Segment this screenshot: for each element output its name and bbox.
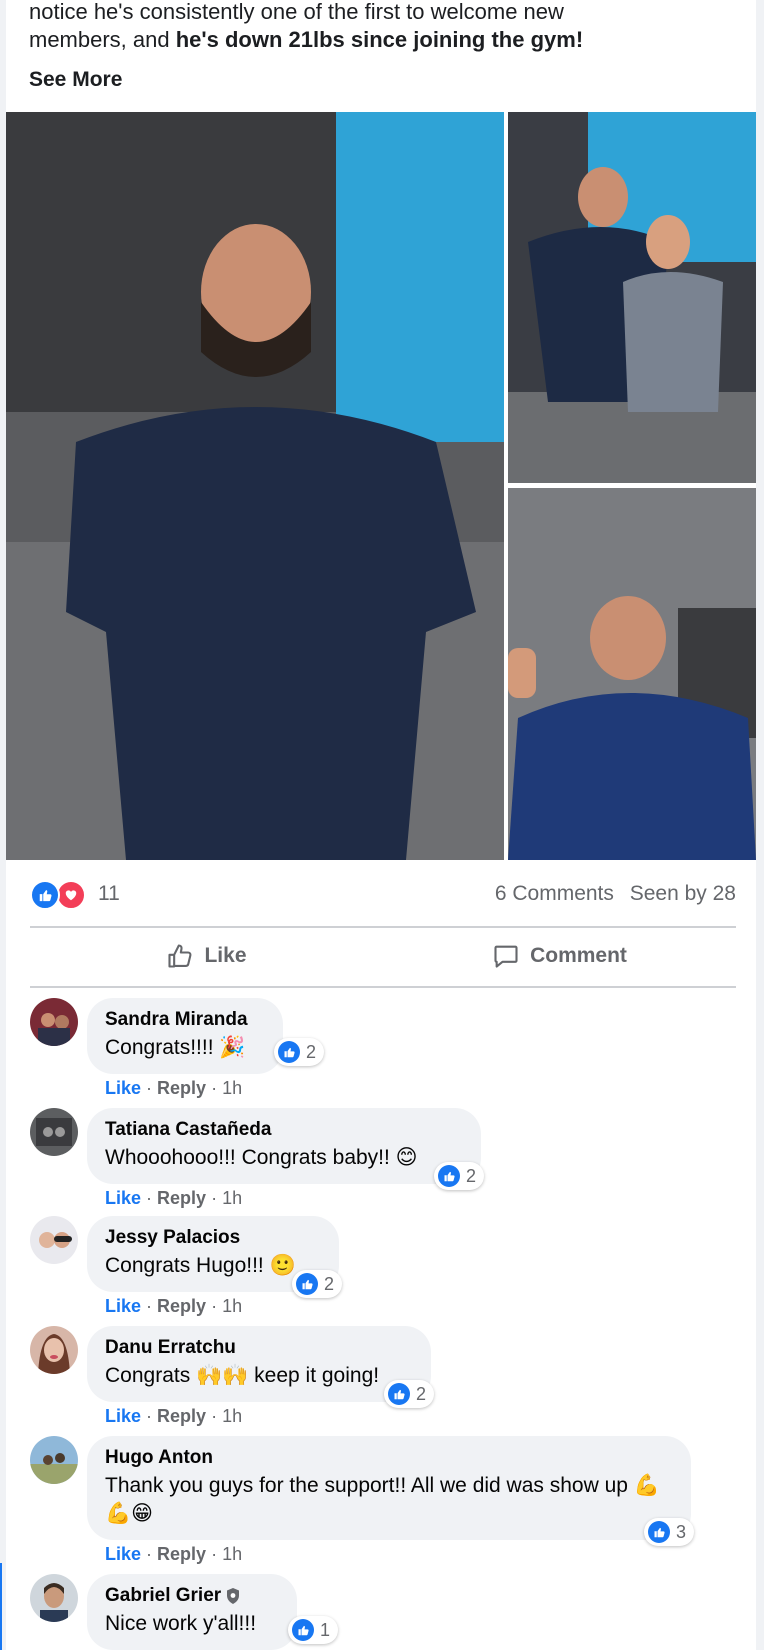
comment-text: Whooohooo!!! Congrats baby!! 😊 [105,1146,418,1169]
comment-text: Congrats!!!! 🎉 [105,1036,246,1059]
comment-reaction-pill[interactable]: 2 [274,1038,325,1066]
post-text-line-2: members, and he's down 21lbs since joini… [29,27,584,52]
main-photo[interactable] [6,112,504,860]
comment-reply-link[interactable]: Reply [157,1544,206,1564]
like-reaction-icon [648,1521,670,1543]
comment-bubble: Gabriel Grier Nice work y'all!!! [87,1574,297,1650]
comment-reply-link[interactable]: Reply [157,1078,206,1098]
like-button[interactable]: Like [30,928,383,984]
comment-time[interactable]: 1h [222,1188,242,1208]
comment-reaction-count: 2 [324,1273,335,1294]
comment-author[interactable]: Jessy Palacios [105,1226,321,1250]
divider-bottom [30,986,736,988]
avatar[interactable] [30,998,78,1046]
like-reaction-icon [30,880,60,910]
comment-reaction-pill[interactable]: 2 [434,1162,485,1190]
comment-item: Jessy Palacios Congrats Hugo!!! 🙂 2 Like… [30,1216,736,1316]
comment-text: Congrats 🙌🙌 keep it going! [105,1364,380,1387]
comment-time[interactable]: 1h [222,1544,242,1564]
comment-item: Sandra Miranda Congrats!!!! 🎉 2 Like · R… [30,998,736,1098]
pair-photo[interactable] [508,112,756,483]
comment-item: Gabriel Grier Nice work y'all!!! 1 [30,1574,736,1650]
post-actions: Like Comment [30,928,736,984]
post-text: notice he's consistently one of the firs… [29,0,729,54]
comment-bubble: Danu Erratchu Congrats 🙌🙌 keep it going! [87,1326,431,1402]
comment-item: Hugo Anton Thank you guys for the suppor… [30,1436,736,1564]
avatar[interactable] [30,1108,78,1156]
seen-by-count[interactable]: Seen by 28 [630,882,736,905]
comment-reply-link[interactable]: Reply [157,1296,206,1316]
comment-bubble: Tatiana Castañeda Whooohooo!!! Congrats … [87,1108,481,1184]
avatar[interactable] [30,1574,78,1622]
comment-like-link[interactable]: Like [105,1188,141,1208]
comment-author[interactable]: Sandra Miranda [105,1008,265,1032]
comment-reaction-count: 2 [466,1165,477,1186]
comment-item: Tatiana Castañeda Whooohooo!!! Congrats … [30,1108,736,1208]
comment-reaction-pill[interactable]: 1 [288,1616,339,1644]
comment-meta: Like · Reply · 1h [105,1406,243,1426]
comment-like-link[interactable]: Like [105,1544,141,1564]
comment-meta: Like · Reply · 1h [105,1078,243,1098]
reaction-stats: 11 6 Comments Seen by 28 [30,876,736,910]
comment-reaction-pill[interactable]: 2 [384,1380,435,1408]
comment-reply-link[interactable]: Reply [157,1406,206,1426]
like-reaction-icon [438,1165,460,1187]
comment-meta: Like · Reply · 1h [105,1544,243,1564]
comment-time[interactable]: 1h [222,1296,242,1316]
stats-right: 6 Comments Seen by 28 [485,882,736,906]
avatar[interactable] [30,1436,78,1484]
comment-count[interactable]: 6 Comments [495,882,614,905]
floor-photo[interactable] [508,488,756,860]
post-card: notice he's consistently one of the firs… [6,0,756,1650]
comment-reaction-count: 1 [320,1619,331,1640]
comment-text: Nice work y'all!!! [105,1612,257,1635]
comment-bubble: Sandra Miranda Congrats!!!! 🎉 [87,998,283,1074]
like-button-label: Like [204,944,247,967]
comment-reaction-pill[interactable]: 2 [292,1270,343,1298]
focus-indicator [0,1563,2,1650]
comment-icon [494,945,518,968]
comment-author[interactable]: Danu Erratchu [105,1336,413,1360]
comment-bubble: Hugo Anton Thank you guys for the suppor… [87,1436,691,1540]
comment-reaction-count: 3 [676,1521,687,1542]
comment-item: Danu Erratchu Congrats 🙌🙌 keep it going!… [30,1326,736,1426]
love-reaction-icon [56,880,86,910]
comment-time[interactable]: 1h [222,1406,242,1426]
comment-like-link[interactable]: Like [105,1296,141,1316]
comment-reaction-pill[interactable]: 3 [644,1518,695,1546]
like-reaction-icon [388,1383,410,1405]
avatar[interactable] [30,1326,78,1374]
comment-button[interactable]: Comment [383,928,736,984]
comment-meta: Like · Reply · 1h [105,1296,243,1316]
avatar[interactable] [30,1216,78,1264]
comment-text: Thank you guys for the support!! All we … [105,1474,660,1525]
comment-author[interactable]: Hugo Anton [105,1446,673,1470]
comment-reply-link[interactable]: Reply [157,1188,206,1208]
like-reaction-icon [292,1619,314,1641]
comment-author[interactable]: Gabriel Grier [105,1585,221,1606]
comment-button-label: Comment [530,944,627,967]
see-more-link[interactable]: See More [29,68,122,92]
comment-text: Congrats Hugo!!! 🙂 [105,1254,296,1277]
comment-author[interactable]: Tatiana Castañeda [105,1118,463,1142]
like-reaction-icon [278,1041,300,1063]
shield-icon [227,1587,240,1604]
comment-reaction-count: 2 [416,1383,427,1404]
comment-reaction-count: 2 [306,1041,317,1062]
comment-like-link[interactable]: Like [105,1078,141,1098]
comment-like-link[interactable]: Like [105,1406,141,1426]
reaction-count[interactable]: 11 [98,882,120,906]
post-text-line-1: notice he's consistently one of the firs… [29,0,564,24]
comment-time[interactable]: 1h [222,1078,242,1098]
comment-author-row: Gabriel Grier [105,1584,279,1608]
thumbs-up-icon [168,944,192,968]
like-reaction-icon [296,1273,318,1295]
comment-meta: Like · Reply · 1h [105,1188,243,1208]
